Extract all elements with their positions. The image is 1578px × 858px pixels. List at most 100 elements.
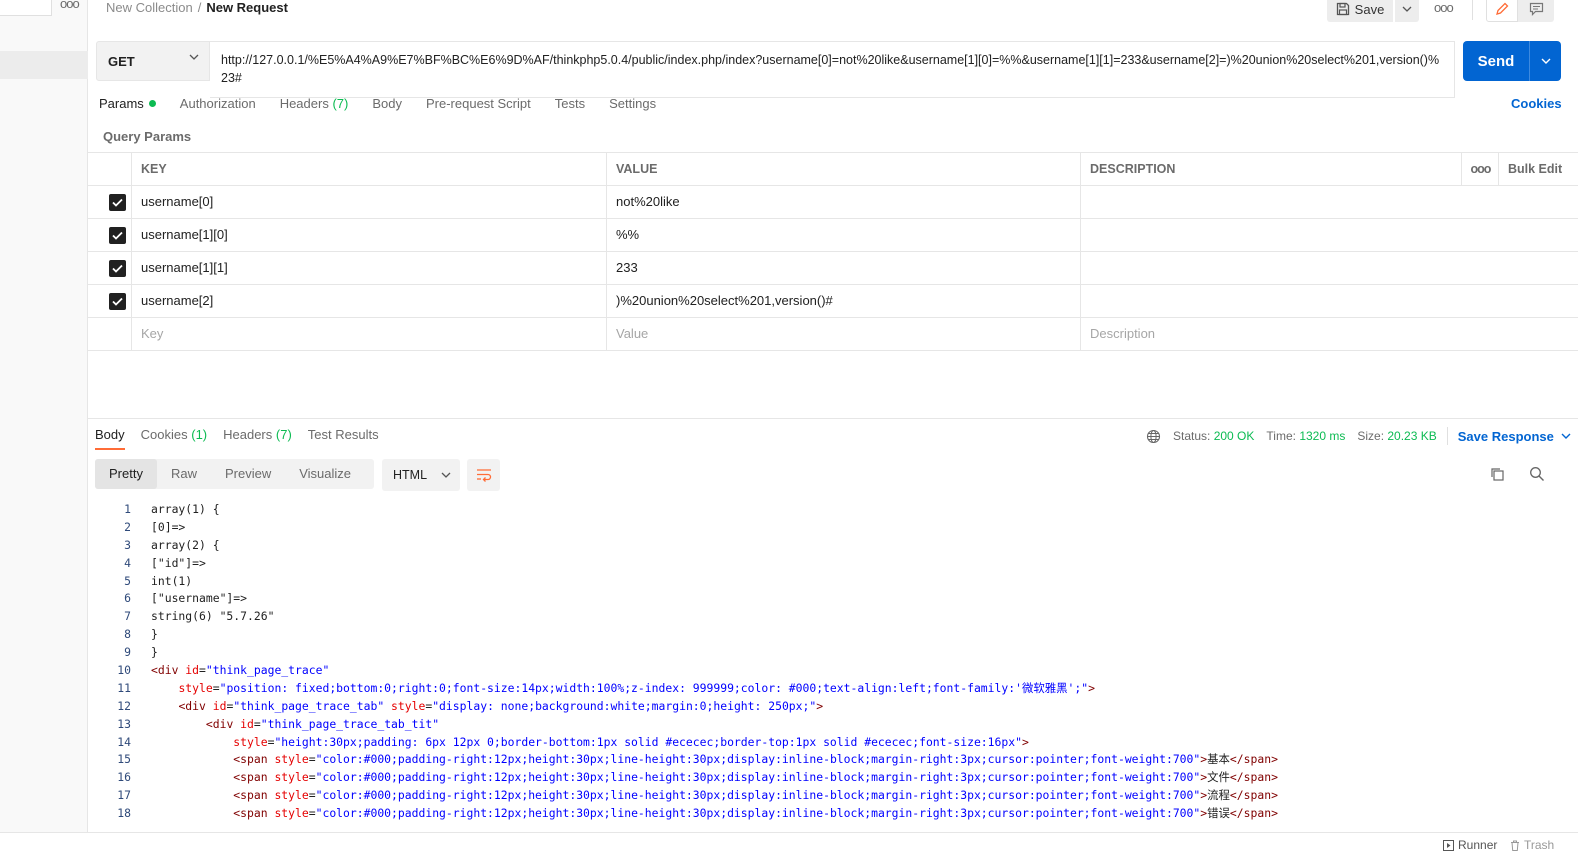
breadcrumb-request[interactable]: New Request xyxy=(206,0,288,15)
globe-icon[interactable] xyxy=(1146,429,1161,444)
send-options-button[interactable] xyxy=(1530,58,1561,64)
sidebar-more-icon[interactable]: ooo xyxy=(60,0,80,11)
search-button[interactable] xyxy=(1529,466,1545,485)
tab-body[interactable]: Body xyxy=(372,96,402,114)
runner-label: Runner xyxy=(1458,838,1498,852)
response-body-code[interactable]: 1 array(1) {2 [0]=> 3 array(2) {4 ["id"]=> 5 in… xyxy=(95,501,1578,831)
param-key[interactable]: username[1][0] xyxy=(131,219,607,251)
param-description[interactable] xyxy=(1080,186,1462,218)
tab-label: Headers xyxy=(279,96,329,111)
code-line: 7 string(6) "5.7.26" xyxy=(95,608,1578,626)
code-line: 5 int(1) xyxy=(95,573,1578,591)
code-line: 11 style="position: fixed;bottom:0;right… xyxy=(95,680,1578,698)
time-value[interactable]: 1320 ms xyxy=(1299,429,1345,443)
param-value[interactable]: %% xyxy=(606,219,1081,251)
new-param-value-input[interactable]: Value xyxy=(606,318,1081,350)
chevron-down-icon[interactable] xyxy=(1561,433,1571,439)
method-select[interactable]: GET xyxy=(96,41,210,81)
row-checkbox-cell xyxy=(88,252,132,284)
breadcrumb-collection[interactable]: New Collection xyxy=(106,0,193,15)
tab-label: Settings xyxy=(609,96,657,111)
view-raw-button[interactable]: Raw xyxy=(157,459,211,489)
code-text: <div id="think_page_trace_tab_tit" xyxy=(205,716,440,731)
more-actions-icon[interactable]: ooo xyxy=(1434,0,1454,15)
table-row-new: Key Value Description xyxy=(88,318,1578,351)
runner-button[interactable]: Runner xyxy=(1443,838,1497,852)
line-number: 4 xyxy=(124,555,131,570)
code-line: 10 <div id="think_page_trace" xyxy=(95,662,1578,680)
size-value[interactable]: 20.23 KB xyxy=(1387,429,1436,443)
table-row: username[1][0] %% xyxy=(88,219,1578,252)
cookies-link[interactable]: Cookies xyxy=(1511,96,1562,111)
sidebar-search-input[interactable] xyxy=(0,0,52,16)
tab-label: Body xyxy=(95,427,125,442)
breadcrumb-separator: / xyxy=(197,0,202,15)
view-pretty-button[interactable]: Pretty xyxy=(95,459,157,489)
line-number: 13 xyxy=(117,716,131,731)
code-line: 15 <span style="color:#000;padding-right… xyxy=(95,751,1578,769)
request-tabs: Params Authorization Headers (7) Body Pr… xyxy=(99,96,680,114)
code-line: 4 ["id"]=> xyxy=(95,555,1578,573)
code-text: <span style="color:#000;padding-right:12… xyxy=(233,770,1278,785)
code-line: 16 <span style="color:#000;padding-right… xyxy=(95,769,1578,787)
header-checkbox-cell xyxy=(88,153,132,185)
status-value[interactable]: 200 OK xyxy=(1214,429,1255,443)
tab-tests[interactable]: Tests xyxy=(555,96,585,114)
param-value[interactable]: not%20like xyxy=(606,186,1081,218)
view-preview-button[interactable]: Preview xyxy=(211,459,285,489)
trash-button[interactable]: Trash xyxy=(1510,838,1554,852)
tab-headers[interactable]: Headers (7) xyxy=(280,96,349,114)
checkbox-icon[interactable] xyxy=(109,260,126,277)
code-text: } xyxy=(151,645,158,660)
param-description[interactable] xyxy=(1080,252,1462,284)
tab-authorization[interactable]: Authorization xyxy=(180,96,256,114)
column-options-icon[interactable]: ooo xyxy=(1461,153,1499,185)
response-tab-cookies[interactable]: Cookies (1) xyxy=(141,427,207,450)
param-value[interactable]: 233 xyxy=(606,252,1081,284)
view-visualize-button[interactable]: Visualize xyxy=(285,459,365,489)
new-param-description-input[interactable]: Description xyxy=(1080,318,1462,350)
sidebar-selected-item[interactable] xyxy=(0,51,88,79)
param-value[interactable]: )%20union%20select%201,version()# xyxy=(606,285,1081,317)
checkbox-icon[interactable] xyxy=(109,227,126,244)
code-text: int(1) xyxy=(151,573,193,588)
language-select[interactable]: HTML xyxy=(382,459,460,491)
tab-label: Params xyxy=(99,96,144,111)
comments-button[interactable] xyxy=(1518,0,1554,22)
row-checkbox-cell xyxy=(88,186,132,218)
wrap-lines-button[interactable] xyxy=(467,459,500,491)
checkbox-icon[interactable] xyxy=(109,194,126,211)
line-number: 7 xyxy=(124,609,131,624)
save-options-button[interactable] xyxy=(1395,0,1419,22)
tab-pre-request-script[interactable]: Pre-request Script xyxy=(426,96,531,114)
code-text: ["username"]=> xyxy=(151,591,248,606)
param-key[interactable]: username[1][1] xyxy=(131,252,607,284)
copy-button[interactable] xyxy=(1489,466,1505,485)
save-icon xyxy=(1336,2,1349,16)
line-number: 12 xyxy=(117,698,131,713)
send-button[interactable]: Send xyxy=(1463,41,1561,81)
response-tab-test-results[interactable]: Test Results xyxy=(308,427,379,450)
url-input[interactable]: http://127.0.0.1/%E5%A4%A9%E7%BF%BC%E6%9… xyxy=(210,41,1455,98)
new-param-key-input[interactable]: Key xyxy=(131,318,607,350)
param-description[interactable] xyxy=(1080,219,1462,251)
tab-settings[interactable]: Settings xyxy=(609,96,656,114)
save-button[interactable]: Save xyxy=(1327,0,1393,22)
response-tab-body[interactable]: Body xyxy=(95,427,125,450)
response-tab-headers[interactable]: Headers (7) xyxy=(223,427,292,450)
code-line: 12 <div id="think_page_trace_tab" style=… xyxy=(95,698,1578,716)
row-checkbox-cell xyxy=(88,219,132,251)
param-description[interactable] xyxy=(1080,285,1462,317)
save-response-button[interactable]: Save Response xyxy=(1458,429,1554,444)
code-line: 2 [0]=> xyxy=(95,519,1578,537)
tab-params[interactable]: Params xyxy=(99,96,156,114)
param-key[interactable]: username[2] xyxy=(131,285,607,317)
tab-label: Test Results xyxy=(307,427,379,442)
response-divider[interactable] xyxy=(88,418,1578,419)
code-text: ["id"]=> xyxy=(151,555,206,570)
documentation-edit-button[interactable] xyxy=(1486,0,1518,22)
param-key[interactable]: username[0] xyxy=(131,186,607,218)
breadcrumb: New Collection / New Request xyxy=(106,0,288,16)
checkbox-icon[interactable] xyxy=(109,293,126,310)
bulk-edit-button[interactable]: Bulk Edit xyxy=(1498,153,1578,185)
